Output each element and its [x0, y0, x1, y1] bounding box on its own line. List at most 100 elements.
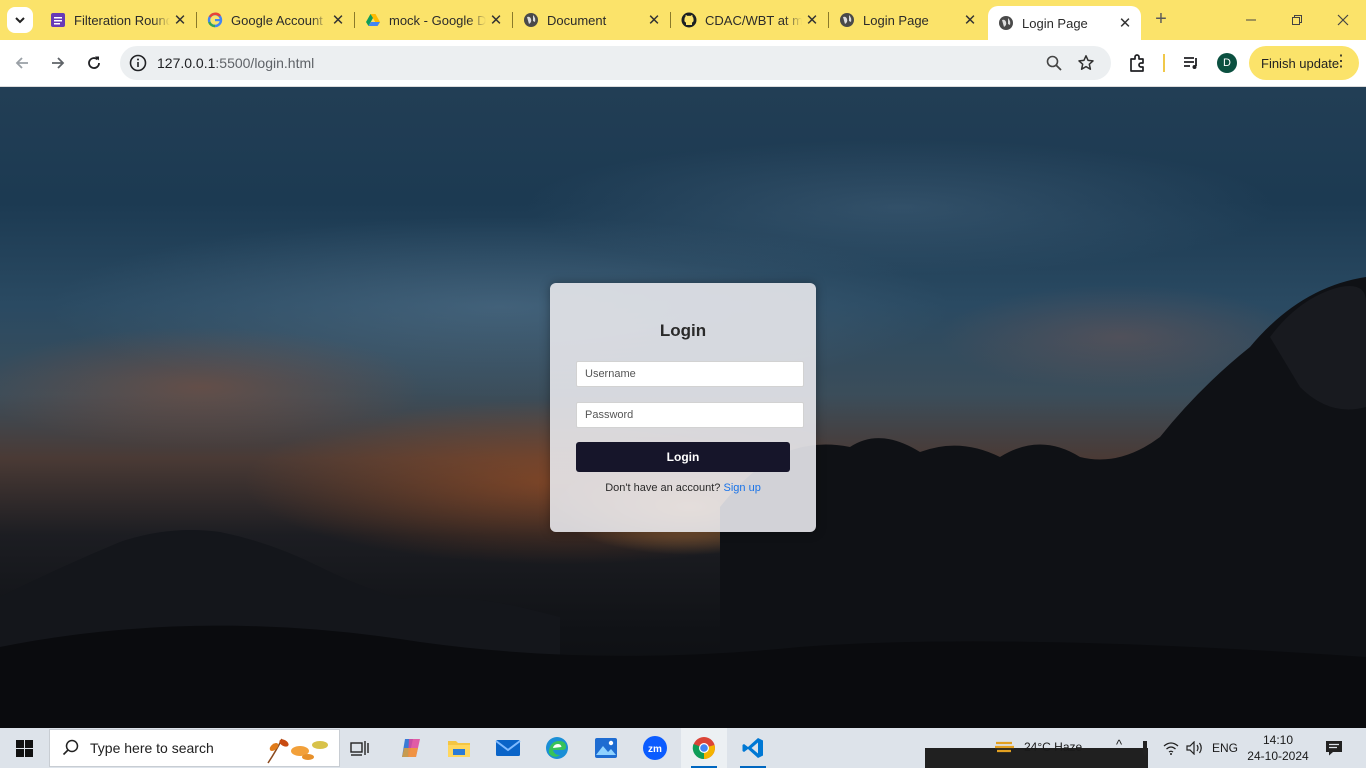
start-button[interactable]	[0, 728, 48, 768]
chrome-app[interactable]	[681, 728, 727, 768]
close-icon[interactable]: ✕	[960, 10, 980, 30]
restore-icon	[1292, 15, 1302, 25]
plus-icon: +	[1155, 7, 1167, 30]
close-icon[interactable]: ✕	[328, 10, 348, 30]
reload-button[interactable]	[80, 49, 108, 77]
new-tab-button[interactable]: +	[1150, 8, 1172, 30]
tab-filteration-round[interactable]: Filteration Round ✕	[40, 0, 197, 40]
drive-icon	[365, 12, 381, 28]
wifi-icon[interactable]	[1163, 741, 1179, 755]
search-placeholder: Type here to search	[90, 740, 214, 756]
globe-icon	[839, 12, 855, 28]
tab-login-page[interactable]: Login Page ✕	[829, 0, 986, 40]
taskbar: Type here to search zm 24°C Haze ^ ENG 1…	[0, 728, 1366, 768]
vscode-icon	[742, 738, 763, 758]
zoom-icon[interactable]	[1044, 53, 1064, 73]
close-icon[interactable]: ✕	[802, 10, 822, 30]
url-path: :5500/login.html	[215, 55, 315, 71]
edge-icon	[546, 737, 568, 759]
close-icon	[1337, 14, 1349, 26]
tab-document[interactable]: Document ✕	[513, 0, 671, 40]
tab-mock-google-drive[interactable]: mock - Google Drive ✕	[355, 0, 513, 40]
restore-button[interactable]	[1274, 0, 1320, 40]
forward-button[interactable]	[44, 49, 72, 77]
task-view-button[interactable]	[337, 728, 383, 768]
profile-avatar[interactable]: D	[1217, 53, 1237, 73]
copilot-icon	[402, 739, 420, 757]
edge-app[interactable]	[534, 728, 580, 768]
file-explorer-app[interactable]	[436, 728, 482, 768]
chevron-down-icon	[15, 17, 25, 24]
username-input[interactable]	[576, 361, 804, 387]
toolbar-divider	[1163, 54, 1165, 72]
pen-icon[interactable]	[1141, 741, 1149, 757]
tab-title: Document	[547, 12, 607, 28]
windows-logo-icon	[15, 739, 33, 757]
reload-icon	[88, 56, 100, 69]
task-view-icon	[350, 741, 369, 756]
tab-login-page-active[interactable]: Login Page ✕	[988, 6, 1141, 40]
login-button[interactable]: Login	[576, 442, 790, 472]
search-icon	[62, 739, 79, 756]
globe-icon	[523, 12, 539, 28]
bookmark-star-icon[interactable]	[1076, 53, 1096, 73]
signup-row: Don't have an account? Sign up	[550, 482, 816, 494]
more-vert-icon[interactable]: ⋮	[1333, 54, 1349, 70]
taskbar-search[interactable]: Type here to search	[49, 729, 340, 767]
google-icon	[207, 12, 223, 28]
finish-update-button[interactable]: Finish update ⋮	[1249, 46, 1359, 80]
forms-icon	[50, 12, 66, 28]
arrow-left-icon	[15, 57, 28, 69]
clock-date: 24-10-2024	[1247, 749, 1309, 763]
tab-title: Filteration Round	[74, 12, 170, 28]
vscode-app[interactable]	[730, 728, 776, 768]
speaker-icon[interactable]	[1186, 741, 1204, 755]
minimize-button[interactable]	[1228, 0, 1274, 40]
mail-app[interactable]	[485, 728, 531, 768]
autumn-leaves-icon	[267, 738, 328, 764]
tab-cdac-wbt[interactable]: CDAC/WBT at main ✕	[671, 0, 829, 40]
language-indicator[interactable]: ENG	[1212, 741, 1238, 755]
chrome-icon	[692, 737, 715, 760]
weather-text[interactable]: 24°C Haze	[1024, 740, 1082, 754]
minimize-icon	[1246, 19, 1256, 21]
tab-search-button[interactable]	[7, 7, 33, 33]
address-bar[interactable]: 127.0.0.1:5500/login.html	[120, 46, 1111, 80]
tab-google-account[interactable]: Google Account ✕	[197, 0, 355, 40]
tab-strip: Filteration Round ✕ Google Account ✕ moc…	[0, 0, 1366, 40]
photos-app[interactable]	[583, 728, 629, 768]
media-controls-icon[interactable]	[1179, 51, 1203, 75]
site-info-icon[interactable]	[128, 53, 148, 73]
folder-icon	[448, 741, 470, 757]
svg-text:zm: zm	[648, 744, 662, 755]
extensions-icon[interactable]	[1125, 51, 1149, 75]
notification-icon[interactable]	[1325, 740, 1343, 756]
close-icon[interactable]: ✕	[486, 10, 506, 30]
mail-icon	[495, 740, 521, 756]
tab-title: CDAC/WBT at main	[705, 12, 802, 28]
url-text[interactable]: 127.0.0.1:5500/login.html	[157, 55, 314, 71]
weather-icon[interactable]	[994, 738, 1016, 756]
close-icon[interactable]: ✕	[1115, 13, 1135, 33]
password-input[interactable]	[576, 402, 804, 428]
arrow-right-icon	[52, 57, 65, 69]
tab-title: mock - Google Drive	[389, 12, 486, 28]
page-viewport: Login Login Don't have an account? Sign …	[0, 87, 1366, 728]
chevron-up-icon[interactable]: ^	[1116, 737, 1122, 752]
clock[interactable]: 14:10 24-10-2024	[1240, 732, 1316, 764]
copilot-app[interactable]	[388, 728, 434, 768]
login-title: Login	[659, 321, 707, 340]
close-window-button[interactable]	[1320, 0, 1366, 40]
signup-link[interactable]: Sign up	[724, 482, 761, 494]
clock-time: 14:10	[1262, 733, 1294, 747]
signup-prompt: Don't have an account?	[605, 482, 721, 494]
close-icon[interactable]: ✕	[170, 10, 190, 30]
url-host: 127.0.0.1	[157, 55, 216, 71]
tab-title: Login Page	[1022, 15, 1088, 31]
github-icon	[681, 12, 697, 28]
zoom-icon: zm	[643, 736, 667, 760]
back-button[interactable]	[8, 49, 36, 77]
close-icon[interactable]: ✕	[644, 10, 664, 30]
zoom-app[interactable]: zm	[632, 728, 678, 768]
browser-toolbar: 127.0.0.1:5500/login.html D Finish updat…	[0, 40, 1366, 87]
